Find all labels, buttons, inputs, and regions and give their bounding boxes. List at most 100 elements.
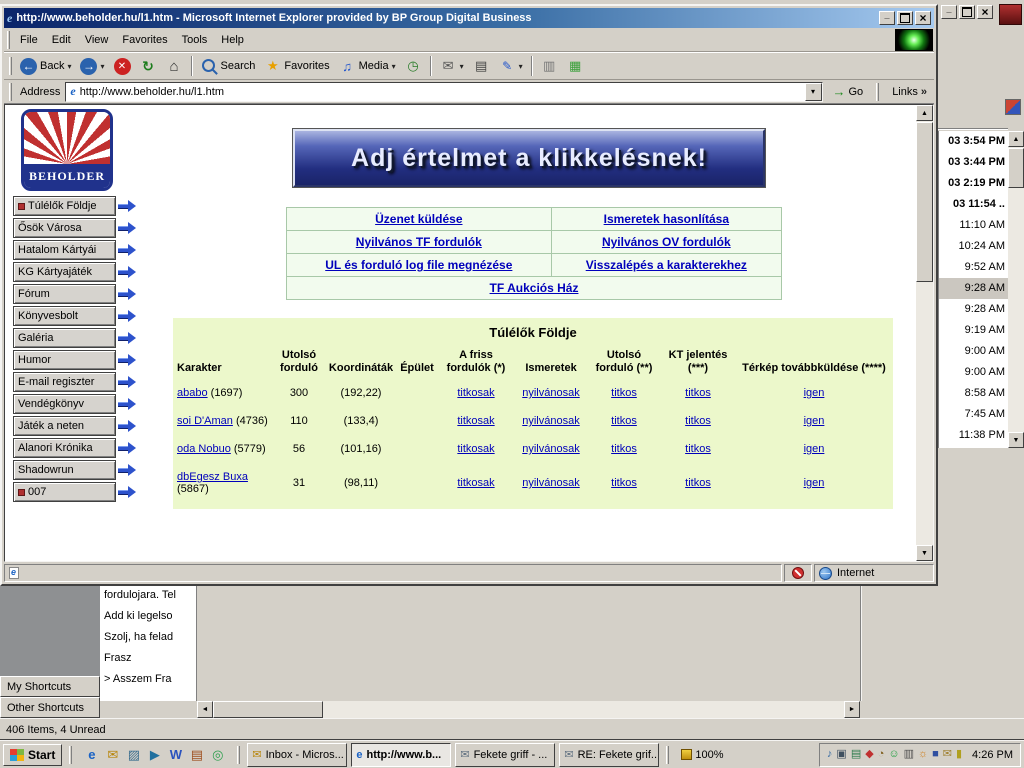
- quick-link[interactable]: Nyilvános TF fordulók: [356, 235, 482, 249]
- go-button[interactable]: Go: [828, 81, 869, 103]
- sidebar-item[interactable]: KG Kártyajáték: [13, 262, 116, 282]
- maximize-button[interactable]: [959, 5, 975, 19]
- scroll-down-icon[interactable]: [1008, 432, 1024, 448]
- menu-edit[interactable]: Edit: [45, 31, 78, 49]
- vpn-icon[interactable]: ■: [932, 749, 939, 760]
- sidebar-item[interactable]: E-mail regiszter: [13, 372, 116, 392]
- last-round-link[interactable]: titkos: [611, 387, 637, 399]
- power-icon[interactable]: ▮: [956, 749, 962, 760]
- quick-link[interactable]: Nyilvános OV fordulók: [602, 235, 731, 249]
- menu-favorites[interactable]: Favorites: [115, 31, 174, 49]
- email-list-item[interactable]: 03 3:54 PM: [939, 131, 1008, 152]
- scroll-thumb[interactable]: [916, 122, 933, 282]
- messenger-button[interactable]: ▦: [563, 54, 588, 78]
- sidebar-item[interactable]: Alanori Krónika: [13, 438, 116, 458]
- dropdown-arrow-icon[interactable]: [460, 60, 464, 72]
- back-button[interactable]: ←Back: [16, 54, 75, 78]
- email-list-item[interactable]: 11:38 PM: [939, 425, 1008, 446]
- address-dropdown-icon[interactable]: [805, 83, 822, 101]
- email-list-item[interactable]: 03 2:19 PM: [939, 173, 1008, 194]
- email-list-item[interactable]: 9:52 AM: [939, 257, 1008, 278]
- show-desktop-icon[interactable]: ▨: [125, 746, 142, 763]
- scroll-down-icon[interactable]: [916, 545, 933, 561]
- close-button[interactable]: [977, 5, 993, 19]
- dropdown-arrow-icon[interactable]: [519, 60, 523, 72]
- menu-view[interactable]: View: [78, 31, 116, 49]
- search-button[interactable]: Search: [197, 54, 260, 78]
- knowledge-link[interactable]: nyilvánosak: [522, 443, 579, 455]
- volume-icon[interactable]: ♪: [827, 749, 833, 760]
- kt-report-link[interactable]: titkos: [685, 477, 711, 489]
- maximize-button[interactable]: [897, 11, 913, 25]
- media-button[interactable]: ♫Media: [335, 54, 400, 78]
- print-button[interactable]: ▤: [469, 54, 494, 78]
- refresh-button[interactable]: ↻: [136, 54, 161, 78]
- beholder-logo[interactable]: BEHOLDER: [21, 109, 113, 191]
- sidebar-item[interactable]: Fórum: [13, 284, 116, 304]
- messenger-icon[interactable]: ☺: [888, 749, 899, 760]
- ad-banner[interactable]: Adj értelmet a klikkelésnek!: [293, 129, 765, 187]
- media-player-icon[interactable]: ▶: [146, 746, 163, 763]
- close-button[interactable]: [915, 11, 931, 25]
- last-round-link[interactable]: titkos: [611, 477, 637, 489]
- kt-report-link[interactable]: titkos: [685, 415, 711, 427]
- display-icon[interactable]: ▣: [836, 749, 846, 760]
- scroll-thumb[interactable]: [213, 701, 323, 718]
- knowledge-link[interactable]: nyilvánosak: [522, 387, 579, 399]
- email-list-item[interactable]: 9:00 AM: [939, 362, 1008, 383]
- quick-link[interactable]: UL és forduló log file megnézése: [325, 258, 512, 272]
- character-link[interactable]: ababo: [177, 387, 208, 399]
- stop-button[interactable]: ✕: [110, 54, 135, 78]
- outlook-mail-icon[interactable]: ✉: [104, 746, 121, 763]
- favorites-button[interactable]: ★Favorites: [260, 54, 333, 78]
- sidebar-item[interactable]: Vendégkönyv: [13, 394, 116, 414]
- drag-handle[interactable]: [9, 57, 12, 75]
- scroll-up-icon[interactable]: [916, 105, 933, 121]
- email-list-item[interactable]: 11:10 AM: [939, 215, 1008, 236]
- task-button[interactable]: ✉Fekete griff - ...: [455, 743, 555, 767]
- sidebar-item[interactable]: Hatalom Kártyái: [13, 240, 116, 260]
- email-list-item[interactable]: 8:58 AM: [939, 383, 1008, 404]
- mail-notify-icon[interactable]: ✉: [943, 749, 952, 760]
- email-list-item[interactable]: 03 3:44 PM: [939, 152, 1008, 173]
- internet-explorer-icon[interactable]: e: [83, 746, 100, 763]
- history-button[interactable]: ◷: [401, 54, 426, 78]
- last-round-link[interactable]: titkos: [611, 415, 637, 427]
- email-list-item[interactable]: 9:19 AM: [939, 320, 1008, 341]
- start-button[interactable]: Start: [3, 744, 62, 766]
- sidebar-item[interactable]: Galéria: [13, 328, 116, 348]
- email-list-scrollbar[interactable]: [1008, 131, 1024, 448]
- knowledge-link[interactable]: nyilvánosak: [522, 415, 579, 427]
- scroll-up-icon[interactable]: [1008, 131, 1024, 147]
- menu-tools[interactable]: Tools: [175, 31, 215, 49]
- email-list-item[interactable]: 7:45 AM: [939, 404, 1008, 425]
- printer-icon[interactable]: ▥: [904, 749, 914, 760]
- links-menu[interactable]: Links: [887, 86, 932, 98]
- dropdown-arrow-icon[interactable]: [100, 60, 104, 72]
- sidebar-item[interactable]: Ősök Városa: [13, 218, 116, 238]
- sidebar-item[interactable]: Túlélők Földje: [13, 196, 116, 216]
- drag-handle[interactable]: [9, 83, 12, 101]
- character-link[interactable]: oda Nobuo: [177, 443, 231, 455]
- character-link[interactable]: dbEgesz Buxa: [177, 471, 248, 483]
- quick-link[interactable]: Ismeretek hasonlítása: [604, 212, 729, 226]
- drag-handle[interactable]: [876, 83, 879, 101]
- map-forward-link[interactable]: igen: [804, 415, 825, 427]
- word-icon[interactable]: W: [167, 746, 184, 763]
- task-button[interactable]: ehttp://www.b...: [351, 743, 451, 767]
- map-forward-link[interactable]: igen: [804, 387, 825, 399]
- quick-link[interactable]: Visszalépés a karakterekhez: [586, 258, 747, 272]
- character-link[interactable]: soi D'Aman: [177, 415, 233, 427]
- fresh-rounds-link[interactable]: titkosak: [457, 443, 494, 455]
- minimize-button[interactable]: [941, 5, 957, 19]
- sidebar-item[interactable]: 007: [13, 482, 116, 502]
- pane-divider[interactable]: [860, 586, 862, 701]
- email-list-item[interactable]: 9:00 AM: [939, 341, 1008, 362]
- scroll-thumb[interactable]: [1008, 148, 1024, 188]
- drag-handle[interactable]: [7, 31, 10, 49]
- quick-link[interactable]: TF Aukciós Ház: [490, 281, 579, 295]
- last-round-link[interactable]: titkos: [611, 443, 637, 455]
- edit-button[interactable]: ✎: [495, 54, 527, 78]
- fresh-rounds-link[interactable]: titkosak: [457, 477, 494, 489]
- home-button[interactable]: ⌂: [162, 54, 187, 78]
